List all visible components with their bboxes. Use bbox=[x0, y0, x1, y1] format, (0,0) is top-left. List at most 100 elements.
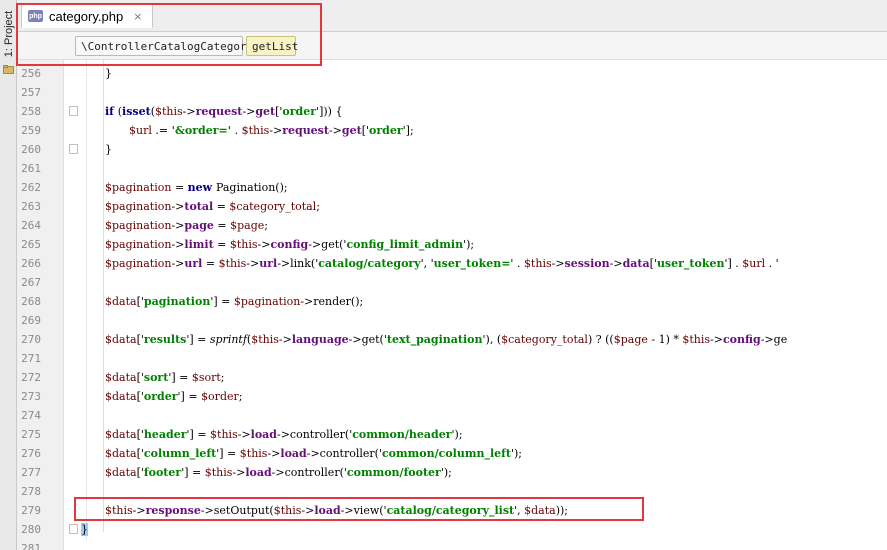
code-token: $data bbox=[105, 371, 137, 384]
line-number: 278 bbox=[21, 485, 41, 498]
code-line[interactable]: 280} bbox=[17, 520, 887, 539]
line-number: 259 bbox=[21, 124, 41, 137]
code-token: ->view(' bbox=[340, 504, 387, 517]
code-token: $data bbox=[105, 295, 137, 308]
code-line[interactable]: 265 $pagination->limit = $this->config->g… bbox=[17, 235, 887, 254]
line-number: 272 bbox=[21, 371, 41, 384]
line-number: 279 bbox=[21, 504, 41, 517]
code-token: '); bbox=[510, 447, 523, 460]
code-token: -> bbox=[171, 200, 185, 213]
code-token: $data bbox=[105, 466, 137, 479]
code-line[interactable]: 264 $pagination->page = $page; bbox=[17, 216, 887, 235]
fold-marker-icon[interactable] bbox=[69, 524, 78, 534]
code-token: -> bbox=[609, 257, 623, 270]
code-token: order bbox=[282, 105, 317, 118]
code-line[interactable]: 278 bbox=[17, 482, 887, 501]
code-token: [' bbox=[649, 257, 657, 270]
code-token: config bbox=[722, 333, 761, 346]
close-icon[interactable]: × bbox=[133, 10, 142, 23]
fold-marker-icon[interactable] bbox=[69, 106, 78, 116]
code-line[interactable]: 269 bbox=[17, 311, 887, 330]
breadcrumb-class[interactable]: \ControllerCatalogCategory bbox=[75, 36, 253, 56]
line-number: 258 bbox=[21, 105, 41, 118]
code-line[interactable]: 261 bbox=[17, 159, 887, 178]
code-line[interactable]: 276 $data['column_left'] = $this->load->c… bbox=[17, 444, 887, 463]
line-number: 265 bbox=[21, 238, 41, 251]
code-token: '] = bbox=[177, 390, 202, 403]
code-text: $pagination->url = $this->url->link('cat… bbox=[105, 254, 779, 273]
code-token: -> bbox=[171, 238, 185, 251]
code-text: $pagination->limit = $this->config->get(… bbox=[105, 235, 474, 254]
code-token: [' bbox=[361, 124, 370, 137]
code-token: -> bbox=[710, 333, 723, 346]
line-number: 274 bbox=[21, 409, 41, 422]
code-token: $pagination bbox=[105, 238, 172, 251]
code-token: column_left bbox=[143, 447, 217, 460]
code-token: } bbox=[105, 143, 112, 156]
code-token: = bbox=[202, 257, 219, 270]
code-line[interactable]: 274 bbox=[17, 406, 887, 425]
code-text: } bbox=[81, 520, 88, 539]
code-token: -> bbox=[328, 124, 342, 137]
code-line[interactable]: 275 $data['header'] = $this->load->contro… bbox=[17, 425, 887, 444]
code-token: Pagination(); bbox=[215, 181, 288, 194]
code-token: ->controller(' bbox=[271, 466, 347, 479]
code-line[interactable]: 273 $data['order'] = $order; bbox=[17, 387, 887, 406]
code-token: footer bbox=[143, 466, 182, 479]
code-token: $this bbox=[239, 447, 268, 460]
code-line[interactable]: 263 $pagination->total = $category_total; bbox=[17, 197, 887, 216]
tab-category-php[interactable]: php category.php × bbox=[21, 4, 153, 28]
code-line[interactable]: 279 $this->response->setOutput($this->loa… bbox=[17, 501, 887, 520]
code-token: -> bbox=[257, 238, 271, 251]
code-line[interactable]: 260} bbox=[17, 140, 887, 159]
code-editor[interactable]: 256} 257 258 if (isset($this->request->get[… bbox=[17, 60, 887, 550]
line-number: 276 bbox=[21, 447, 41, 460]
code-token: [' bbox=[136, 295, 144, 308]
code-token: . bbox=[231, 124, 242, 137]
breadcrumb-method[interactable]: getList bbox=[246, 36, 298, 56]
code-line[interactable]: 267 bbox=[17, 273, 887, 292]
code-token: = bbox=[213, 219, 231, 232]
code-line[interactable]: 272 $data['sort'] = $sort; bbox=[17, 368, 887, 387]
code-token: [' bbox=[136, 333, 144, 346]
code-line[interactable]: 270 $data['results'] = sprintf($this->lan… bbox=[17, 330, 887, 349]
code-text: $pagination = new Pagination(); bbox=[105, 178, 288, 197]
code-line[interactable]: 259 $url .= '&order=' . $this->request->g… bbox=[17, 121, 887, 140]
code-text: $pagination->total = $category_total; bbox=[105, 197, 320, 216]
code-token: $pagination bbox=[105, 219, 172, 232]
code-line[interactable]: 268 $data['pagination'] = $pagination->re… bbox=[17, 292, 887, 311]
line-number: 256 bbox=[21, 67, 41, 80]
code-line[interactable]: 281 bbox=[17, 539, 887, 550]
code-token: [' bbox=[136, 428, 144, 441]
code-text: $url .= '&order=' . $this->request->get[… bbox=[129, 121, 414, 140]
project-tool-button[interactable]: 1: Project bbox=[1, 6, 16, 62]
code-line[interactable]: 262 $pagination = new Pagination(); bbox=[17, 178, 887, 197]
code-token: load bbox=[250, 428, 277, 441]
code-token: $sort bbox=[191, 371, 221, 384]
code-token: $data bbox=[105, 428, 137, 441]
code-token: pagination bbox=[143, 295, 211, 308]
code-line[interactable]: 277 $data['footer'] = $this->load->contro… bbox=[17, 463, 887, 482]
code-token: user_token bbox=[656, 257, 725, 270]
code-token: '); bbox=[440, 466, 452, 479]
code-line[interactable]: 256} bbox=[17, 64, 887, 83]
code-token: catalog/category bbox=[318, 257, 421, 270]
project-tool-label: 1: Project bbox=[2, 10, 15, 58]
fold-marker-icon[interactable] bbox=[69, 144, 78, 154]
code-token: . ' bbox=[765, 257, 779, 270]
code-token: = bbox=[213, 238, 230, 251]
code-token: $data bbox=[105, 333, 137, 346]
code-token: .= bbox=[151, 124, 172, 137]
code-token: ->get(' bbox=[348, 333, 387, 346]
code-line[interactable]: 266 $pagination->url = $this->url->link('… bbox=[17, 254, 887, 273]
code-line[interactable]: 257 bbox=[17, 83, 887, 102]
code-token: ; bbox=[264, 219, 268, 232]
code-line[interactable]: 271 bbox=[17, 349, 887, 368]
code-line[interactable]: 258 if (isset($this->request->get['order'… bbox=[17, 102, 887, 121]
code-token: ->link(' bbox=[277, 257, 319, 270]
code-text: } bbox=[105, 64, 112, 83]
code-token: new bbox=[187, 181, 216, 194]
code-token: -> bbox=[171, 219, 185, 232]
folder-icon[interactable] bbox=[3, 64, 14, 75]
code-token: ) ? (( bbox=[587, 333, 614, 346]
